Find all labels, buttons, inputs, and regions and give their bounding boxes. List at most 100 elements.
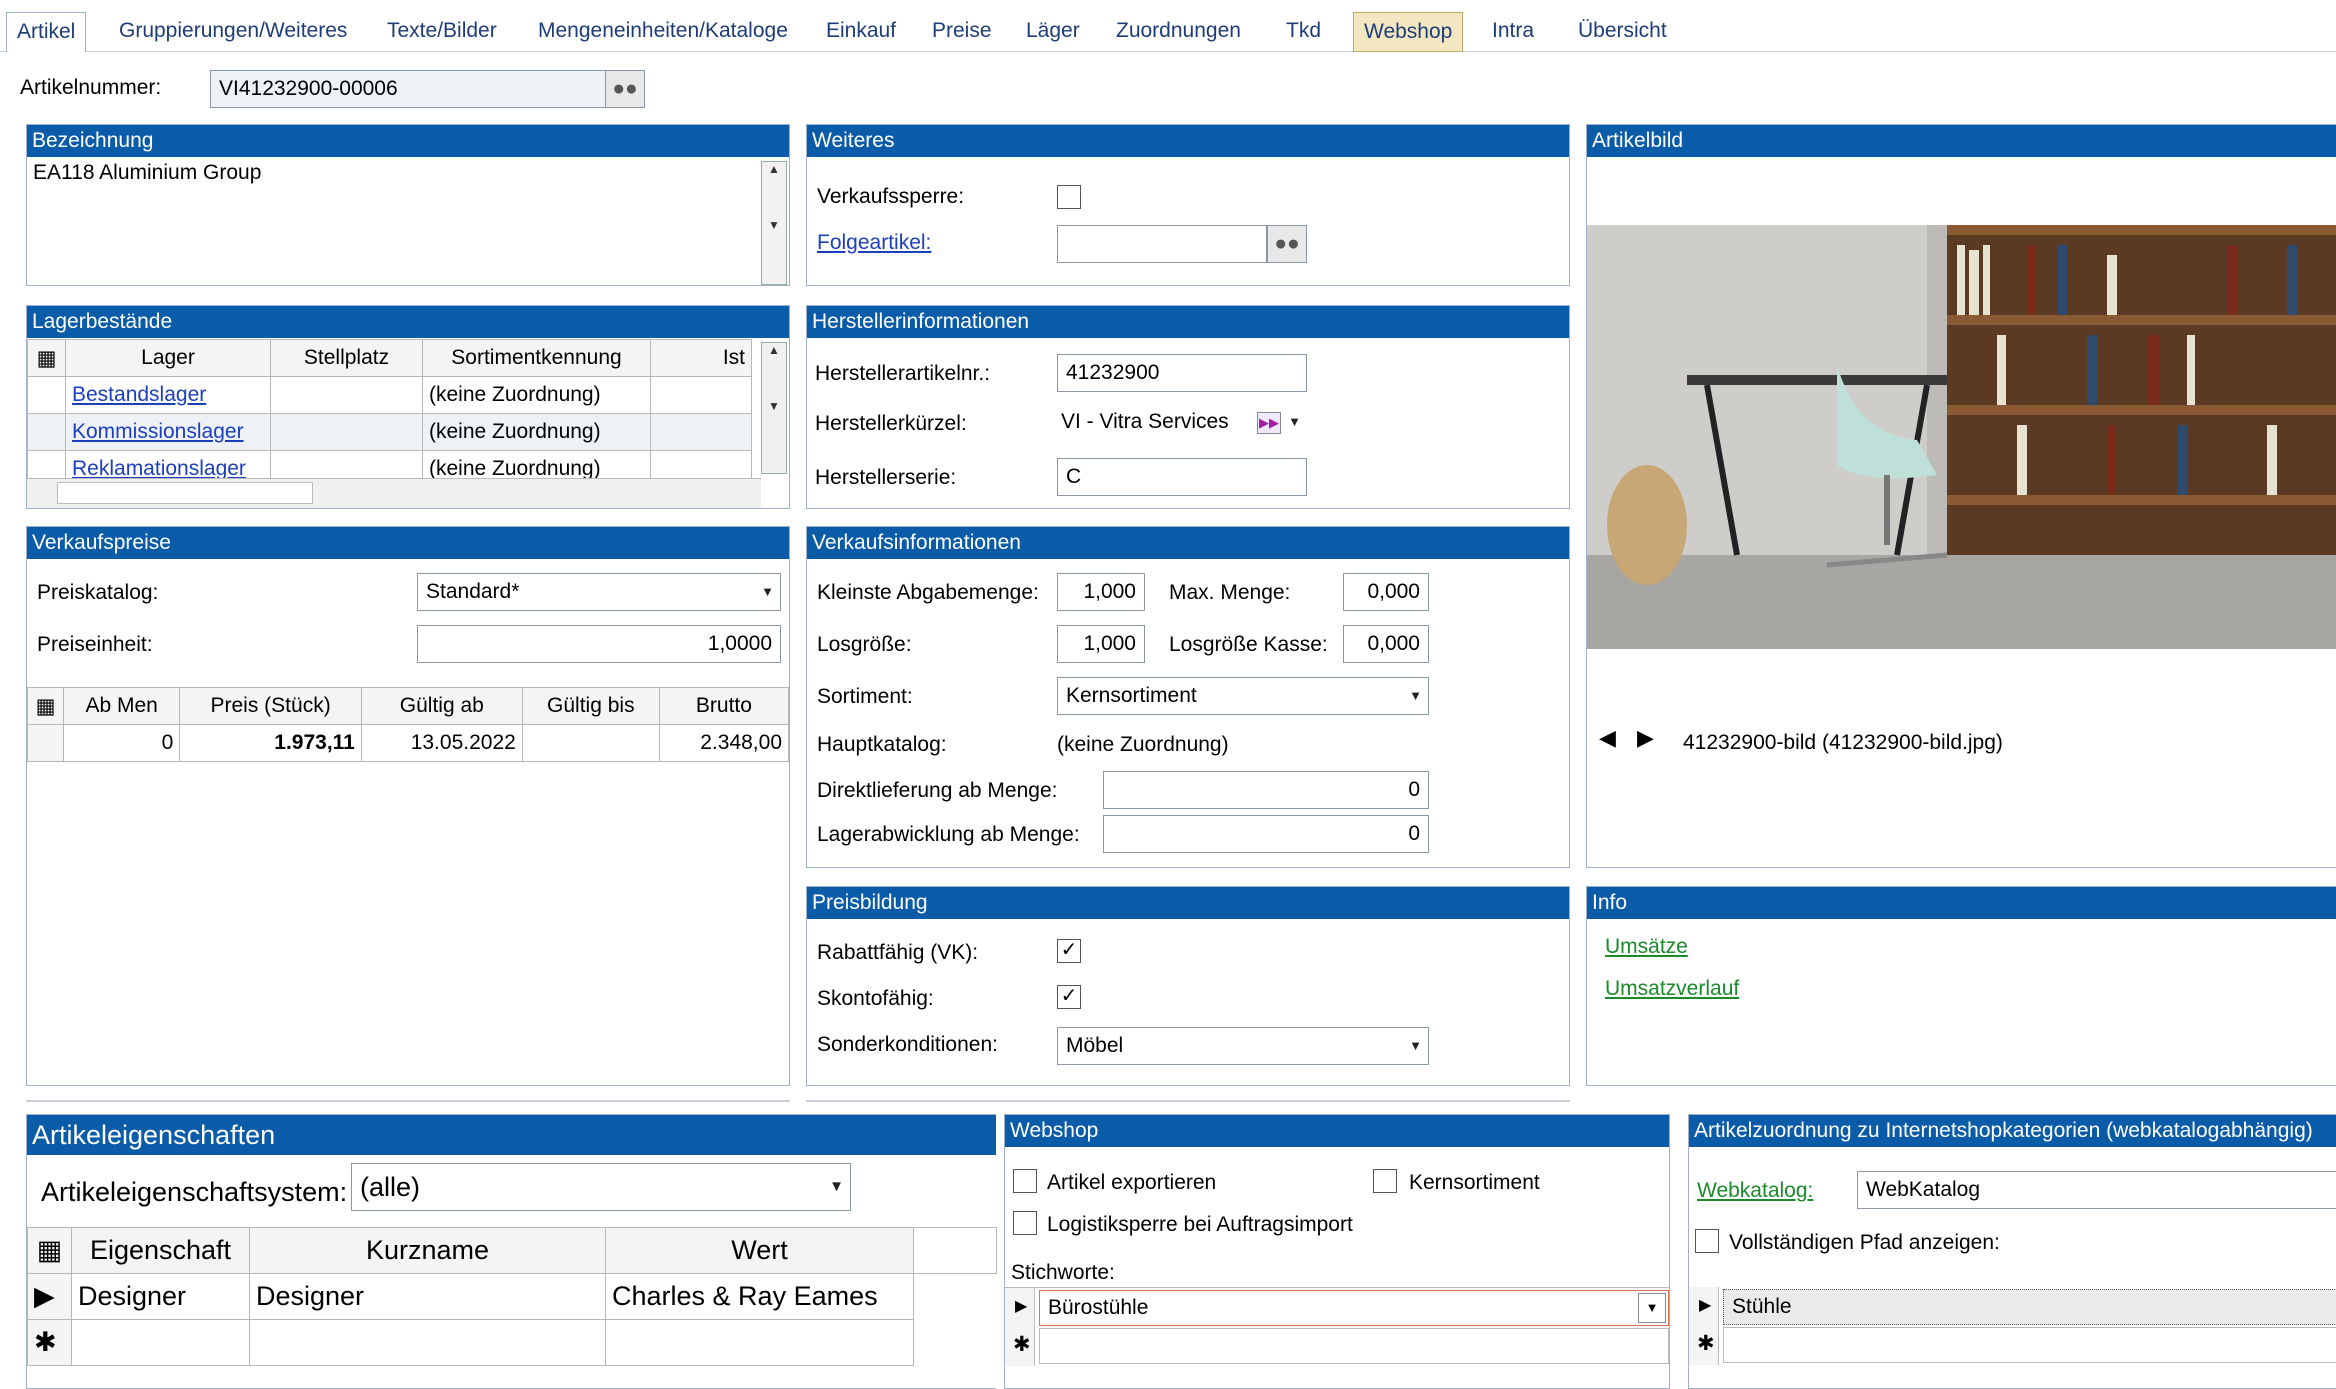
tab-laeger[interactable]: Läger	[1026, 12, 1080, 52]
col-wert[interactable]: Wert	[605, 1227, 914, 1274]
col-stellplatz[interactable]: Stellplatz	[270, 339, 423, 377]
preis-cell: 1.973,11	[179, 724, 362, 762]
tab-webshop[interactable]: Webshop	[1353, 12, 1464, 52]
tab-gruppierungen[interactable]: Gruppierungen/Weiteres	[119, 12, 347, 52]
losgroesse-field[interactable]: 1,000	[1057, 625, 1145, 663]
lagerabwicklung-field[interactable]: 0	[1103, 815, 1429, 853]
kategorie-grid: ▶ Stühle ✱	[1689, 1287, 2336, 1365]
tab-artikel[interactable]: Artikel	[6, 12, 87, 52]
lager-link[interactable]: Bestandslager	[72, 383, 206, 406]
col-lager[interactable]: Lager	[65, 339, 271, 377]
lagerbestaende-header: Lagerbestände	[27, 306, 789, 338]
tab-mengeneinheiten[interactable]: Mengeneinheiten/Kataloge	[538, 12, 788, 52]
kategorie-cell[interactable]: Stühle	[1723, 1289, 2336, 1325]
skontofaehig-checkbox[interactable]: ✓	[1057, 985, 1081, 1009]
webshop-panel: Webshop Artikel exportieren Kernsortimen…	[1004, 1114, 1670, 1389]
hersteller-header: Herstellerinformationen	[807, 306, 1569, 338]
gueltig-ab-cell: 13.05.2022	[360, 724, 523, 762]
preiseinheit-field[interactable]: 1,0000	[417, 625, 781, 663]
col-preis[interactable]: Preis (Stück)	[179, 687, 362, 725]
bezeichnung-text[interactable]: EA118 Aluminium Group	[33, 161, 261, 185]
grid-settings-icon[interactable]: ▦	[27, 339, 66, 377]
artikelnummer-field[interactable]: VI41232900-00006	[210, 70, 606, 108]
preiskatalog-select[interactable]: Standard* ▼	[417, 573, 781, 611]
artikelbild-header: Artikelbild	[1587, 125, 2336, 157]
folgeartikel-field[interactable]	[1057, 225, 1267, 263]
col-sortimentkennung[interactable]: Sortimentkennung	[422, 339, 651, 377]
binoculars-search-icon[interactable]: ●●	[1267, 225, 1307, 263]
col-ab-menge[interactable]: Ab Men	[62, 687, 181, 725]
bezeichnung-scrollbar[interactable]: ▲ ▼	[761, 161, 787, 285]
binoculars-search-icon[interactable]: ●●	[605, 70, 645, 108]
next-image-icon[interactable]: ▶	[1637, 725, 1654, 751]
logistiksperre-checkbox[interactable]	[1013, 1211, 1037, 1235]
kurzname-cell[interactable]: Designer	[249, 1273, 606, 1320]
grid-settings-icon[interactable]: ▦	[27, 1227, 72, 1274]
tab-intra[interactable]: Intra	[1492, 12, 1534, 52]
losgroesse-kasse-field[interactable]: 0,000	[1343, 625, 1429, 663]
direktlieferung-label: Direktlieferung ab Menge:	[817, 779, 1058, 802]
table-row[interactable]: Kommissionslager (keine Zuordnung)	[27, 413, 752, 451]
prev-image-icon[interactable]: ◀	[1599, 725, 1616, 751]
stichwort-cell[interactable]: Bürostühle ▼	[1039, 1290, 1669, 1326]
herstellerartikelnr-field[interactable]: 41232900	[1057, 354, 1307, 392]
verkaufsinformationen-header: Verkaufsinformationen	[807, 527, 1569, 559]
tab-zuordnungen[interactable]: Zuordnungen	[1116, 12, 1241, 52]
kernsortiment-checkbox[interactable]	[1373, 1169, 1397, 1193]
eigenschaft-cell[interactable]: Designer	[71, 1273, 250, 1320]
herstellerserie-label: Herstellerserie:	[815, 466, 957, 489]
info-header: Info	[1587, 887, 2336, 919]
tab-einkauf[interactable]: Einkauf	[826, 12, 896, 52]
new-row-asterisk-icon: ✱	[1697, 1332, 1715, 1355]
splitter[interactable]	[26, 1100, 790, 1104]
table-row[interactable]: Bestandslager (keine Zuordnung)	[27, 376, 752, 414]
skontofaehig-label: Skontofähig:	[817, 987, 934, 1010]
webkatalog-select[interactable]: WebKatalog	[1857, 1171, 2336, 1209]
umsatzverlauf-link[interactable]: Umsatzverlauf	[1605, 977, 1739, 1001]
rabattfaehig-checkbox[interactable]: ✓	[1057, 939, 1081, 963]
col-kurzname[interactable]: Kurzname	[249, 1227, 606, 1274]
col-brutto[interactable]: Brutto	[658, 687, 790, 725]
col-gueltig-ab[interactable]: Gültig ab	[360, 687, 523, 725]
artikel-exportieren-checkbox[interactable]	[1013, 1169, 1037, 1193]
artikelnummer-label: Artikelnummer:	[20, 76, 162, 99]
col-eigenschaft[interactable]: Eigenschaft	[71, 1227, 250, 1274]
tab-preise[interactable]: Preise	[932, 12, 992, 52]
bezeichnung-header: Bezeichnung	[27, 125, 789, 157]
herstellerkuerzel-select[interactable]: VI - Vitra Services ▶▶ ▼	[1057, 404, 1307, 442]
col-gueltig-bis[interactable]: Gültig bis	[521, 687, 660, 725]
vollstaendiger-pfad-checkbox[interactable]	[1695, 1229, 1719, 1253]
losgroesse-label: Losgröße:	[817, 633, 912, 656]
chevron-down-icon[interactable]: ▼	[1638, 1293, 1666, 1323]
new-kategorie-cell[interactable]	[1723, 1327, 2336, 1363]
direktlieferung-field[interactable]: 0	[1103, 771, 1429, 809]
verkaufssperre-checkbox[interactable]	[1057, 185, 1081, 209]
max-menge-field[interactable]: 0,000	[1343, 573, 1429, 611]
lager-vscrollbar[interactable]: ▲ ▼	[761, 342, 787, 474]
table-row[interactable]: ▶ Designer Designer Charles & Ray Eames	[27, 1273, 997, 1320]
tab-tkd[interactable]: Tkd	[1286, 12, 1321, 52]
table-row[interactable]: 0 1.973,11 13.05.2022 2.348,00	[27, 724, 790, 762]
lager-link[interactable]: Reklamationslager	[72, 457, 246, 480]
kleinste-abgabemenge-field[interactable]: 1,000	[1057, 573, 1145, 611]
splitter[interactable]	[806, 1100, 1570, 1104]
eigenschaftsystem-select[interactable]: (alle) ▼	[351, 1163, 851, 1211]
folgeartikel-link[interactable]: Folgeartikel:	[817, 231, 931, 255]
new-stichwort-cell[interactable]	[1039, 1328, 1669, 1364]
sortiment-select[interactable]: Kernsortiment ▼	[1057, 677, 1429, 715]
tab-uebersicht[interactable]: Übersicht	[1578, 12, 1667, 52]
umsaetze-link[interactable]: Umsätze	[1605, 935, 1688, 959]
lager-hscrollbar[interactable]	[27, 478, 761, 508]
sonderkonditionen-select[interactable]: Möbel ▼	[1057, 1027, 1429, 1065]
verkaufspreise-panel: Verkaufspreise Preiskatalog: Standard* ▼ …	[26, 526, 790, 1086]
webkatalog-link[interactable]: Webkatalog:	[1697, 1179, 1813, 1203]
scroll-thumb[interactable]	[57, 482, 313, 504]
wert-cell[interactable]: Charles & Ray Eames	[605, 1273, 914, 1320]
herstellerserie-field[interactable]: C	[1057, 458, 1307, 496]
new-row[interactable]: ✱	[27, 1319, 997, 1366]
col-ist[interactable]: Ist	[650, 339, 752, 377]
jump-icon[interactable]: ▶▶	[1257, 412, 1281, 434]
lager-link[interactable]: Kommissionslager	[72, 420, 244, 443]
grid-settings-icon[interactable]: ▦	[27, 687, 64, 725]
tab-texte-bilder[interactable]: Texte/Bilder	[387, 12, 497, 52]
